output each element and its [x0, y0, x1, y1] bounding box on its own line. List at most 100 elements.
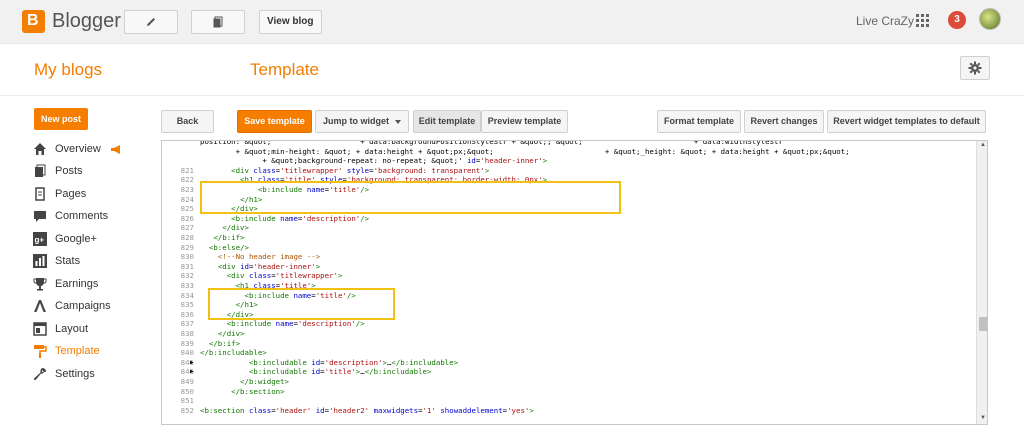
jump-to-widget-label: Jump to widget [323, 116, 389, 126]
my-blogs-link[interactable]: My blogs [34, 60, 102, 80]
code-text: <b:include name='description'/> [231, 213, 370, 223]
code-line[interactable]: 826 <b:include name='description'/> [162, 214, 976, 224]
code-line[interactable]: position: &quot; + data:backgroundPositi… [162, 141, 976, 147]
code-line[interactable]: + &quot;background-repeat: no-repeat; &q… [162, 156, 976, 166]
code-line[interactable]: 828 </b:if> [162, 233, 976, 243]
code-line[interactable]: 838 </div> [162, 329, 976, 339]
sidebar-item-pages[interactable]: Pages [33, 186, 163, 204]
pencil-icon [147, 18, 155, 26]
trophy-icon [33, 278, 47, 291]
top-bar: B Blogger View blog Live CraZy 3 [0, 0, 1024, 44]
sidebar-item-label: Posts [55, 165, 83, 177]
sidebar-item-label: Campaigns [55, 300, 111, 312]
code-line[interactable]: + &quot;min-height: &quot; + data:height… [162, 147, 976, 157]
highlight-box [200, 181, 621, 214]
scroll-up-icon[interactable]: ▲ [980, 142, 986, 148]
brand-name[interactable]: Blogger [52, 10, 121, 33]
page-title: Template [250, 60, 319, 79]
sidebar-item-campaigns[interactable]: Campaigns [33, 298, 163, 316]
edit-template-button[interactable]: Edit template [413, 110, 481, 133]
line-number: 834 [180, 290, 194, 300]
code-line[interactable]: 837 <b:include name='description'/> [162, 319, 976, 329]
header-divider [0, 95, 1024, 96]
preview-template-button[interactable]: Preview template [481, 110, 568, 133]
format-template-button[interactable]: Format template [657, 110, 741, 133]
code-line[interactable]: 839 </b:if> [162, 339, 976, 349]
code-line[interactable]: 850 </b:section> [162, 387, 976, 397]
code-line[interactable]: 830 <!--No header image --> [162, 252, 976, 262]
sidebar-item-posts[interactable]: Posts [33, 163, 163, 181]
line-number: 830 [180, 252, 194, 262]
line-number: 823 [180, 185, 194, 194]
sidebar-item-earnings[interactable]: Earnings [33, 276, 163, 294]
new-post-pencil-button[interactable] [124, 10, 178, 34]
gear-icon [968, 61, 982, 75]
sidebar-item-googleplus[interactable]: g+ Google+ [33, 231, 163, 249]
sidebar-item-settings[interactable]: Settings [33, 366, 163, 384]
code-line[interactable]: 831 <div id='header-inner'> [162, 262, 976, 272]
pages-copy-button[interactable] [191, 10, 245, 34]
code-text: </b:if> [213, 233, 245, 242]
code-line[interactable]: 851 [162, 396, 976, 406]
code-text: </b:widget> [240, 377, 289, 386]
view-blog-button[interactable]: View blog [259, 10, 322, 34]
revert-widget-templates-button[interactable]: Revert widget templates to default [827, 110, 986, 133]
sidebar-item-overview[interactable]: Overview [33, 141, 163, 159]
line-number: 835 [180, 300, 194, 310]
username[interactable]: Live CraZy [856, 14, 914, 28]
megaphone-icon [111, 145, 120, 154]
sidebar-item-label: Stats [55, 255, 81, 267]
code-line[interactable]: 852 <b:section class='header' id='header2… [162, 406, 976, 416]
notification-badge[interactable]: 3 [948, 11, 966, 29]
scroll-down-icon[interactable]: ▼ [980, 415, 986, 421]
code-line[interactable]: 849 </b:widget> [162, 377, 976, 387]
avatar[interactable] [979, 8, 1001, 30]
sidebar-item-label: Pages [55, 188, 87, 200]
blogger-logo-icon[interactable]: B [22, 10, 45, 33]
scrollbar-thumb[interactable] [979, 317, 987, 331]
vertical-scrollbar[interactable]: ▲ ▼ [976, 141, 987, 424]
sidebar-item-label: Earnings [55, 278, 99, 290]
line-number: 825 [180, 204, 194, 214]
sidebar-item-comments[interactable]: Comments [33, 208, 163, 226]
line-number: 838 [180, 329, 194, 338]
revert-changes-button[interactable]: Revert changes [744, 110, 824, 133]
back-button[interactable]: Back [161, 110, 214, 133]
sidebar-item-label: Layout [55, 323, 89, 335]
sidebar-item-template[interactable]: Template [33, 343, 163, 361]
template-code-editor[interactable]: position: &quot; + data:backgroundPositi… [161, 140, 988, 425]
sidebar-item-stats[interactable]: Stats [33, 253, 163, 271]
comments-icon [34, 211, 46, 222]
sidebar-item-label: Google+ [55, 233, 97, 245]
code-text: <b:else/> [208, 242, 249, 252]
sidebar-item-layout[interactable]: Layout [33, 321, 163, 339]
code-line[interactable]: 841 ▶ <b:includable id='description'>…</b… [162, 358, 976, 368]
line-number: 850 [180, 386, 194, 396]
code-line[interactable]: 832 <div class='titlewrapper'> [162, 271, 976, 281]
wrench-icon [33, 368, 46, 380]
code-line[interactable]: 827 </div> [162, 223, 976, 233]
code-text: </div> [222, 223, 249, 233]
settings-gear-button[interactable] [960, 56, 990, 80]
code-line[interactable]: 846 ▶ <b:includable id='title'>…</b:inclu… [162, 367, 976, 377]
code-line[interactable]: 829 <b:else/> [162, 243, 976, 253]
line-number: 827 [180, 223, 194, 233]
apps-grid-icon[interactable] [916, 14, 930, 28]
svg-text:g+: g+ [35, 236, 45, 245]
line-number: 837 [180, 319, 194, 329]
code-line[interactable]: 840 </b:includable> [162, 348, 976, 358]
home-icon [34, 143, 46, 155]
fold-arrow-icon[interactable]: ▶ [190, 359, 194, 366]
save-template-button[interactable]: Save template [237, 110, 312, 133]
layout-icon [33, 322, 47, 336]
line-number: 839 [180, 338, 194, 348]
code-line[interactable]: 821 <div class='titlewrapper' style='bac… [162, 166, 976, 176]
line-number: 831 [180, 261, 194, 271]
line-number: 832 [180, 271, 194, 281]
fold-arrow-icon[interactable]: ▶ [190, 368, 194, 375]
line-number: 826 [180, 213, 194, 223]
code-text: </b:if> [208, 338, 241, 348]
sidebar-item-label: Comments [55, 210, 109, 222]
jump-to-widget-dropdown[interactable]: Jump to widget [315, 110, 409, 133]
new-post-button[interactable]: New post [34, 108, 88, 130]
